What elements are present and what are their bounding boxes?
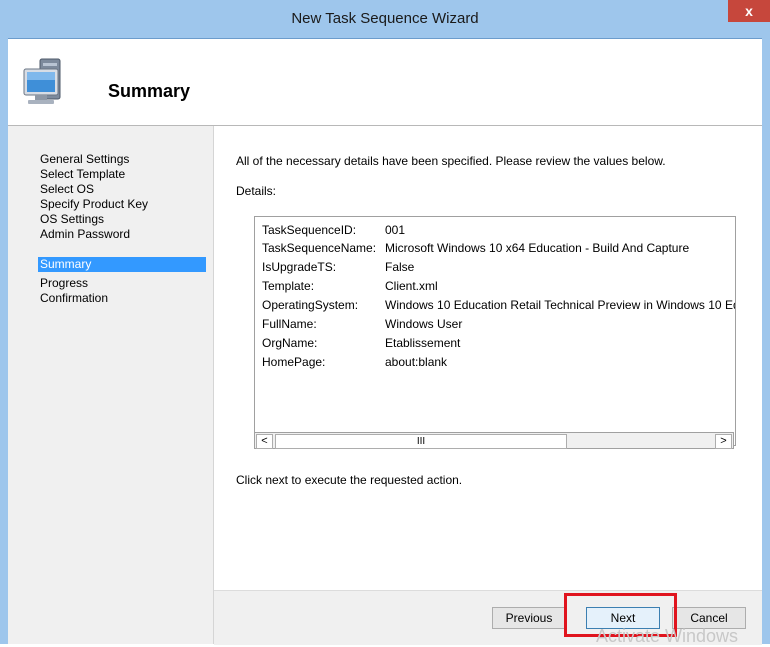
intro-text: All of the necessary details have been s… (236, 154, 666, 168)
detail-key: Template: (262, 279, 315, 293)
detail-key: HomePage: (262, 355, 326, 369)
window-frame-right (762, 38, 770, 644)
detail-value: 001 (385, 223, 406, 237)
detail-key: FullName: (262, 317, 317, 331)
window-frame-left (0, 38, 8, 644)
detail-key: IsUpgradeTS: (262, 260, 337, 274)
scroll-right-button[interactable]: > (715, 434, 732, 449)
detail-value: Windows 10 Education Retail Technical Pr… (385, 298, 736, 312)
nav-item-progress: Progress (40, 276, 89, 290)
summary-panel: All of the necessary details have been s… (214, 126, 762, 590)
wizard-steps-nav: General Settings Select Template Select … (8, 126, 214, 644)
nav-item-specify-product-key: Specify Product Key (40, 197, 149, 211)
nav-item-os-settings: OS Settings (40, 212, 105, 226)
detail-value: Etablissement (385, 336, 461, 350)
wizard-body: General Settings Select Template Select … (8, 126, 762, 645)
detail-value: Windows User (385, 317, 463, 331)
nav-item-summary: Summary (38, 257, 206, 272)
page-title: Summary (108, 81, 191, 101)
nav-item-select-template: Select Template (40, 167, 126, 181)
details-textbox[interactable]: TaskSequenceID: 001 TaskSequenceName: Mi… (254, 216, 736, 446)
scrollbar-thumb[interactable]: III (275, 434, 567, 449)
previous-button[interactable]: Previous (492, 607, 566, 629)
detail-key: OrgName: (262, 336, 318, 350)
title-bar: New Task Sequence Wizard x (0, 0, 770, 39)
nav-item-admin-password: Admin Password (40, 227, 131, 241)
computer-icon (23, 58, 61, 104)
close-button[interactable]: x (728, 0, 770, 22)
details-label: Details: (236, 184, 277, 198)
execute-hint-text: Click next to execute the requested acti… (236, 473, 463, 487)
wizard-header: Summary (8, 39, 762, 126)
window-title: New Task Sequence Wizard (291, 10, 479, 27)
nav-item-select-os: Select OS (40, 182, 95, 196)
detail-key: TaskSequenceID: (262, 223, 357, 237)
horizontal-scrollbar[interactable]: < III > (254, 432, 734, 449)
detail-key: OperatingSystem: (262, 298, 359, 312)
detail-key: TaskSequenceName: (262, 241, 377, 255)
scroll-left-button[interactable]: < (256, 434, 273, 449)
detail-value: Microsoft Windows 10 x64 Education - Bui… (385, 241, 690, 255)
detail-value: Client.xml (385, 279, 438, 293)
detail-value: about:blank (385, 355, 448, 369)
nav-item-general-settings: General Settings (40, 152, 130, 166)
nav-item-confirmation: Confirmation (40, 291, 109, 305)
detail-value: False (385, 260, 415, 274)
